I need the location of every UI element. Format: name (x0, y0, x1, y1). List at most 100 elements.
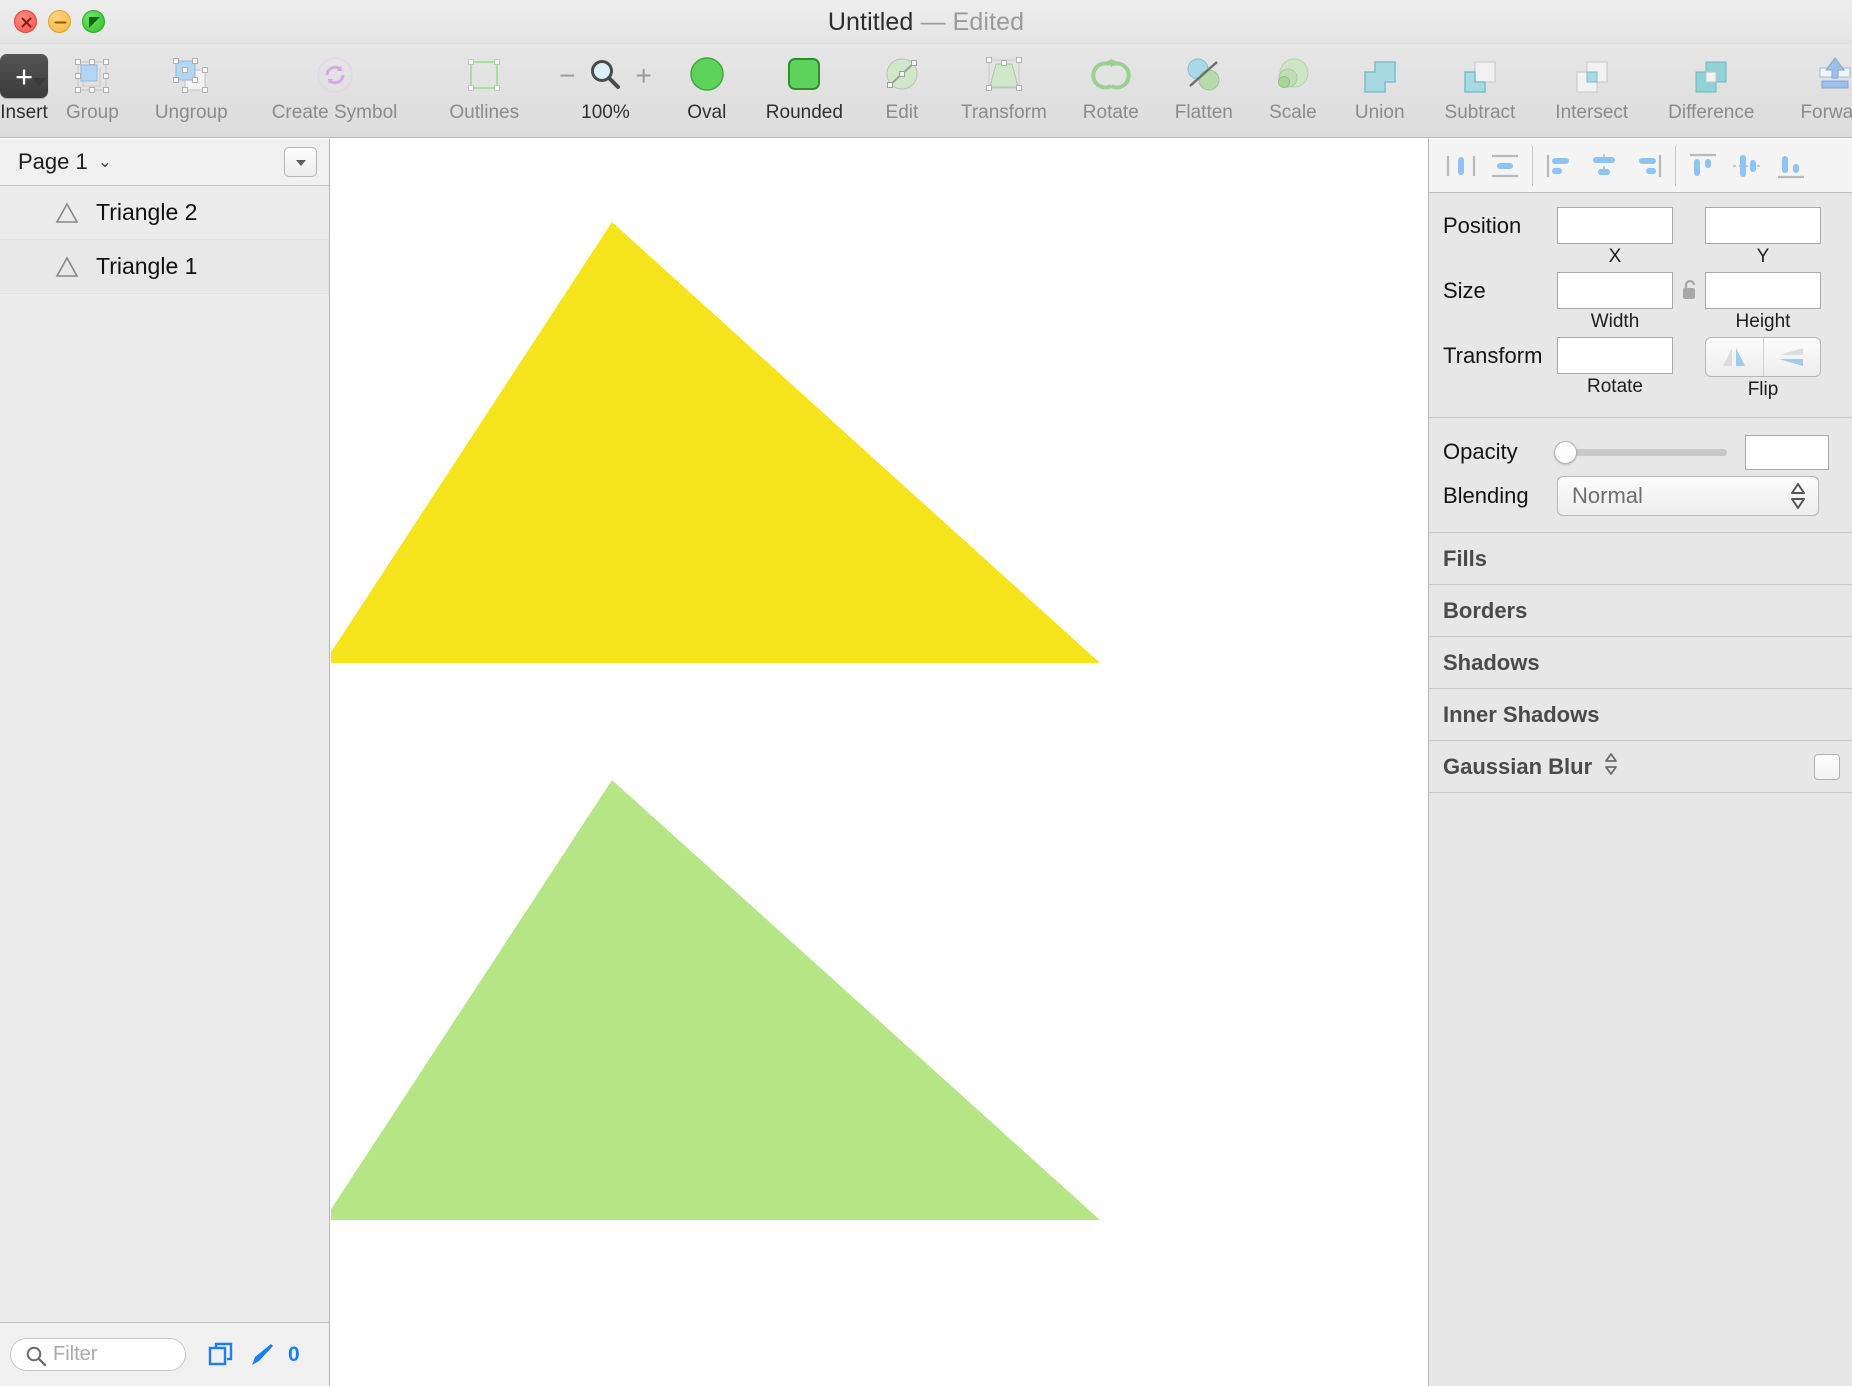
rotate-input[interactable] (1557, 337, 1673, 374)
toolbar-button-transform[interactable]: Transform (943, 44, 1065, 138)
page-options-popup-button[interactable] (284, 147, 317, 177)
flatten-icon (1180, 52, 1228, 100)
opacity-row: Opacity (1429, 430, 1852, 474)
section-shadows[interactable]: Shadows (1429, 637, 1852, 689)
toolbar-button-intersect[interactable]: Intersect (1535, 44, 1648, 138)
align-bottom-icon (1778, 155, 1804, 178)
size-height-input[interactable] (1705, 272, 1821, 309)
toolbar-button-difference[interactable]: Difference (1648, 44, 1774, 138)
size-label: Size (1443, 278, 1486, 303)
chevron-down-icon[interactable]: ⌄ (98, 152, 112, 172)
canvas-shape-triangle-2[interactable] (331, 222, 1100, 663)
zoom-out-icon[interactable]: − (559, 62, 575, 90)
outlines-icon (460, 52, 508, 100)
transform-icon (980, 52, 1028, 100)
zoom-magnifier-icon[interactable] (585, 55, 625, 97)
toolbar-button-group[interactable]: Group (48, 44, 137, 138)
scale-icon (1269, 52, 1317, 100)
position-x-input[interactable] (1557, 207, 1673, 244)
align-top-button[interactable] (1681, 146, 1725, 186)
layers-filter-bar: Filter 0 (0, 1322, 329, 1386)
align-middle-vertical-button[interactable] (1725, 146, 1769, 186)
transform-row: Transform Rotate Flip (1429, 337, 1852, 401)
layers-list: Triangle 2 Triangle 1 (0, 186, 329, 294)
toolbar-label-rotate: Rotate (1082, 102, 1139, 123)
align-bottom-button[interactable] (1769, 146, 1813, 186)
section-title: Shadows (1443, 649, 1540, 675)
page-header[interactable]: Page 1 ⌄ (0, 139, 329, 186)
toolbar-button-oval[interactable]: Oval (666, 44, 748, 138)
rotate-icon (1087, 52, 1135, 100)
zoom-in-icon[interactable]: + (635, 62, 651, 90)
toolbar-label-subtract: Subtract (1444, 102, 1516, 123)
blending-select[interactable]: Normal (1557, 476, 1819, 516)
toolbar-zoom-control[interactable]: − + 100% (545, 44, 666, 138)
toolbar-button-ungroup[interactable]: Ungroup (137, 44, 246, 138)
duplicate-layers-icon[interactable] (206, 1340, 236, 1370)
section-title: Inner Shadows (1443, 701, 1600, 727)
size-width-label: Width (1590, 311, 1640, 332)
toolbar-divider (1532, 145, 1533, 186)
toolbar-label-outlines: Outlines (449, 102, 520, 123)
section-borders[interactable]: Borders (1429, 585, 1852, 637)
flip-horizontal-button[interactable] (1706, 338, 1763, 376)
page-name-label[interactable]: Page 1 (18, 149, 88, 175)
document-edited-state: Edited (952, 8, 1025, 36)
flip-vertical-icon (1778, 348, 1803, 366)
toolbar-button-create-symbol[interactable]: Create Symbol (246, 44, 424, 138)
ungroup-icon (167, 52, 215, 100)
stepper-icon[interactable] (1788, 479, 1808, 513)
toolbar-divider (1675, 145, 1676, 186)
opacity-slider-knob[interactable] (1554, 440, 1577, 464)
subtract-icon (1457, 52, 1503, 100)
position-row: Position X Y (1429, 207, 1852, 268)
toolbar-button-scale[interactable]: Scale (1251, 44, 1335, 138)
union-icon (1357, 52, 1403, 100)
gaussian-blur-checkbox[interactable] (1814, 753, 1840, 780)
toolbar-button-subtract[interactable]: Subtract (1425, 44, 1536, 138)
blending-label: Blending (1443, 483, 1529, 508)
align-left-icon (1546, 154, 1569, 177)
filter-input[interactable]: Filter (10, 1338, 186, 1371)
flip-label: Flip (1747, 379, 1779, 400)
style-sections: Fills Borders Shadows Inner Shadows Gaus… (1429, 533, 1852, 793)
align-left-button[interactable] (1538, 146, 1582, 186)
toolbar-button-union[interactable]: Union (1335, 44, 1425, 138)
pen-icon[interactable] (247, 1340, 277, 1370)
plus-square-icon: + (0, 52, 48, 100)
toolbar-button-forward[interactable]: Forward (1774, 44, 1852, 138)
transform-label: Transform (1443, 343, 1543, 368)
distribute-horizontally-button[interactable] (1439, 146, 1483, 186)
layer-row-triangle-1[interactable]: Triangle 1 (0, 240, 329, 294)
toolbar-button-insert[interactable]: + Insert (0, 44, 48, 138)
blur-type-stepper-icon[interactable] (1602, 750, 1620, 783)
group-icon (68, 52, 116, 100)
toolbar-button-outlines[interactable]: Outlines (423, 44, 545, 138)
section-inner-shadows[interactable]: Inner Shadows (1429, 689, 1852, 741)
distribute-vertically-icon (1492, 154, 1518, 177)
layer-name: Triangle 2 (96, 199, 198, 225)
section-fills[interactable]: Fills (1429, 533, 1852, 585)
insert-caret-icon[interactable] (32, 78, 46, 87)
opacity-slider[interactable] (1554, 440, 1727, 464)
canvas-shape-triangle-1[interactable] (331, 780, 1100, 1220)
toolbar-button-flatten[interactable]: Flatten (1157, 44, 1251, 138)
toolbar-label-scale: Scale (1269, 102, 1317, 123)
flip-vertical-button[interactable] (1764, 338, 1821, 376)
triangle-icon (55, 255, 79, 277)
unlocked-padlock-icon[interactable] (1679, 278, 1699, 302)
size-width-input[interactable] (1557, 272, 1673, 309)
align-center-horizontal-button[interactable] (1582, 146, 1626, 186)
layer-row-triangle-2[interactable]: Triangle 2 (0, 186, 329, 240)
section-gaussian-blur[interactable]: Gaussian Blur (1429, 741, 1852, 793)
distribute-vertically-button[interactable] (1483, 146, 1527, 186)
toolbar-button-rounded[interactable]: Rounded (748, 44, 861, 138)
align-middle-vertical-icon (1733, 154, 1761, 177)
app-window: Untitled — Edited + Insert Group Ungroup… (0, 0, 1852, 1386)
toolbar-button-rotate[interactable]: Rotate (1065, 44, 1157, 138)
align-right-button[interactable] (1626, 146, 1670, 186)
toolbar-button-edit[interactable]: Edit (861, 44, 943, 138)
opacity-input[interactable] (1745, 434, 1829, 470)
position-y-input[interactable] (1705, 207, 1821, 244)
canvas-area[interactable] (331, 139, 1428, 1386)
